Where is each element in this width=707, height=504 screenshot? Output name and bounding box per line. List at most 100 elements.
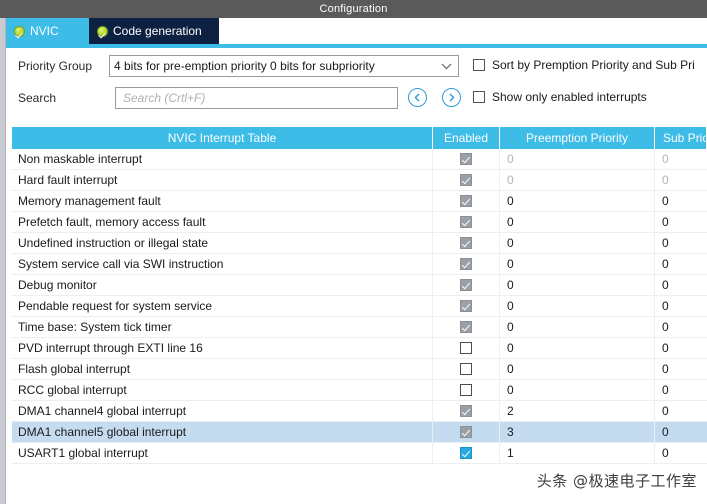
table-row[interactable]: Non maskable interrupt 0 0 — [12, 149, 707, 170]
sort-by-premption-label: Sort by Premption Priority and Sub Pri — [492, 58, 695, 72]
interrupt-name-cell: Pendable request for system service — [12, 296, 433, 316]
sub-priority-cell[interactable]: 0 — [655, 338, 707, 358]
preemption-priority-cell[interactable]: 0 — [500, 275, 655, 295]
sub-priority-cell[interactable]: 0 — [655, 191, 707, 211]
table-row[interactable]: Memory management fault 0 0 — [12, 191, 707, 212]
preemption-priority-cell[interactable]: 0 — [500, 233, 655, 253]
enabled-checkbox[interactable] — [460, 279, 472, 291]
sub-priority-cell[interactable]: 0 — [655, 443, 707, 463]
enabled-checkbox[interactable] — [460, 447, 472, 459]
enabled-checkbox[interactable] — [460, 216, 472, 228]
sort-by-premption-checkbox-row[interactable]: Sort by Premption Priority and Sub Pri — [473, 58, 695, 72]
enabled-cell[interactable] — [433, 359, 500, 379]
enabled-cell[interactable] — [433, 443, 500, 463]
table-row[interactable]: PVD interrupt through EXTI line 16 0 0 — [12, 338, 707, 359]
watermark-text: 头条 @极速电子工作室 — [536, 472, 697, 490]
table-row[interactable]: Hard fault interrupt 0 0 — [12, 170, 707, 191]
nvic-interrupt-table: NVIC Interrupt Table Enabled Preemption … — [12, 127, 707, 499]
tab-nvic[interactable]: NVIC — [6, 18, 89, 44]
enabled-cell[interactable] — [433, 317, 500, 337]
table-row[interactable]: USART1 global interrupt 1 0 — [12, 443, 707, 464]
sub-priority-cell[interactable]: 0 — [655, 401, 707, 421]
table-row[interactable]: System service call via SWI instruction 0… — [12, 254, 707, 275]
sub-priority-cell[interactable]: 0 — [655, 254, 707, 274]
table-body: Non maskable interrupt 0 0 Hard fault inter… — [12, 149, 707, 464]
preemption-priority-cell[interactable]: 0 — [500, 254, 655, 274]
preemption-priority-cell[interactable]: 0 — [500, 170, 655, 190]
enabled-cell[interactable] — [433, 296, 500, 316]
enabled-checkbox[interactable] — [460, 426, 472, 438]
table-row[interactable]: DMA1 channel5 global interrupt 3 0 — [12, 422, 707, 443]
enabled-cell[interactable] — [433, 254, 500, 274]
sub-priority-cell[interactable]: 0 — [655, 296, 707, 316]
sub-priority-cell[interactable]: 0 — [655, 422, 707, 442]
enabled-cell[interactable] — [433, 275, 500, 295]
column-header-sub-priority[interactable]: Sub Prio — [655, 127, 707, 149]
tab-code-generation[interactable]: Code generation — [89, 18, 219, 44]
preemption-priority-cell[interactable]: 0 — [500, 338, 655, 358]
search-row: Search Show only enabled interrupts — [12, 85, 707, 115]
table-row[interactable]: Undefined instruction or illegal state 0 0 — [12, 233, 707, 254]
enabled-checkbox[interactable] — [460, 258, 472, 270]
search-field-wrapper[interactable] — [115, 87, 398, 109]
enabled-checkbox[interactable] — [460, 405, 472, 417]
preemption-priority-cell[interactable]: 0 — [500, 359, 655, 379]
enabled-checkbox[interactable] — [460, 237, 472, 249]
preemption-priority-cell[interactable]: 0 — [500, 380, 655, 400]
table-row[interactable]: Prefetch fault, memory access fault 0 0 — [12, 212, 707, 233]
preemption-priority-cell[interactable]: 3 — [500, 422, 655, 442]
column-header-enabled[interactable]: Enabled — [433, 127, 500, 149]
enabled-cell[interactable] — [433, 212, 500, 232]
priority-group-value: 4 bits for pre-emption priority 0 bits f… — [114, 59, 375, 73]
table-row[interactable]: DMA1 channel4 global interrupt 2 0 — [12, 401, 707, 422]
enabled-checkbox[interactable] — [460, 195, 472, 207]
enabled-checkbox[interactable] — [460, 342, 472, 354]
sub-priority-cell[interactable]: 0 — [655, 170, 707, 190]
enabled-cell[interactable] — [433, 380, 500, 400]
chevron-left-circle-icon[interactable] — [408, 88, 427, 107]
enabled-checkbox[interactable] — [460, 153, 472, 165]
enabled-cell[interactable] — [433, 170, 500, 190]
enabled-cell[interactable] — [433, 422, 500, 442]
preemption-priority-cell[interactable]: 0 — [500, 296, 655, 316]
sort-by-premption-checkbox[interactable] — [473, 59, 485, 71]
sub-priority-cell[interactable]: 0 — [655, 359, 707, 379]
enabled-checkbox[interactable] — [460, 300, 472, 312]
column-header-nvic-interrupt-table[interactable]: NVIC Interrupt Table — [12, 127, 433, 149]
table-row[interactable]: Flash global interrupt 0 0 — [12, 359, 707, 380]
table-row[interactable]: Debug monitor 0 0 — [12, 275, 707, 296]
sub-priority-cell[interactable]: 0 — [655, 212, 707, 232]
enabled-cell[interactable] — [433, 191, 500, 211]
enabled-checkbox[interactable] — [460, 174, 472, 186]
interrupt-name-cell: USART1 global interrupt — [12, 443, 433, 463]
table-row[interactable]: RCC global interrupt 0 0 — [12, 380, 707, 401]
preemption-priority-cell[interactable]: 2 — [500, 401, 655, 421]
priority-group-select[interactable]: 4 bits for pre-emption priority 0 bits f… — [109, 55, 459, 77]
tab-bar: NVIC Code generation — [6, 18, 707, 44]
preemption-priority-cell[interactable]: 1 — [500, 443, 655, 463]
sub-priority-cell[interactable]: 0 — [655, 275, 707, 295]
table-row[interactable]: Time base: System tick timer 0 0 — [12, 317, 707, 338]
enabled-checkbox[interactable] — [460, 321, 472, 333]
column-header-preemption-priority[interactable]: Preemption Priority — [500, 127, 655, 149]
enabled-cell[interactable] — [433, 401, 500, 421]
sub-priority-cell[interactable]: 0 — [655, 233, 707, 253]
table-row[interactable]: Pendable request for system service 0 0 — [12, 296, 707, 317]
preemption-priority-cell[interactable]: 0 — [500, 191, 655, 211]
interrupt-name-cell: Time base: System tick timer — [12, 317, 433, 337]
enabled-checkbox[interactable] — [460, 363, 472, 375]
enabled-cell[interactable] — [433, 149, 500, 169]
show-only-enabled-checkbox[interactable] — [473, 91, 485, 103]
chevron-right-circle-icon[interactable] — [442, 88, 461, 107]
preemption-priority-cell[interactable]: 0 — [500, 212, 655, 232]
preemption-priority-cell[interactable]: 0 — [500, 317, 655, 337]
sub-priority-cell[interactable]: 0 — [655, 380, 707, 400]
search-input[interactable] — [121, 90, 392, 106]
enabled-checkbox[interactable] — [460, 384, 472, 396]
enabled-cell[interactable] — [433, 338, 500, 358]
sub-priority-cell[interactable]: 0 — [655, 317, 707, 337]
preemption-priority-cell[interactable]: 0 — [500, 149, 655, 169]
show-only-enabled-checkbox-row[interactable]: Show only enabled interrupts — [473, 90, 647, 104]
enabled-cell[interactable] — [433, 233, 500, 253]
sub-priority-cell[interactable]: 0 — [655, 149, 707, 169]
